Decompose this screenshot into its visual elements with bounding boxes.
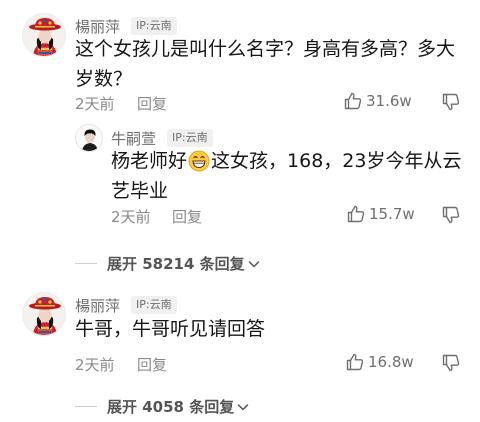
- comment-text-line: 这个女孩儿是叫什么名字？身高有多高？多大: [75, 38, 456, 60]
- comment-username[interactable]: 楊丽萍: [75, 295, 120, 316]
- comment-text[interactable]: 这个女孩儿是叫什么名字？身高有多高？多大 岁数？: [75, 34, 475, 94]
- comment-text[interactable]: 牛哥，牛哥听见请回答: [75, 314, 475, 344]
- reply-time: 2天前: [111, 208, 151, 226]
- ip-location-badge: IP:云南: [131, 17, 177, 35]
- divider: [75, 406, 97, 407]
- reply-avatar[interactable]: [75, 124, 103, 152]
- reply-button[interactable]: 回复: [172, 206, 202, 227]
- avatar[interactable]: [22, 292, 66, 336]
- like-button[interactable]: 15.7w: [346, 204, 415, 224]
- avatar-woman-red-hat-icon: [23, 293, 65, 335]
- expand-replies-label: 展开 58214 条回复: [107, 255, 245, 273]
- avatar-man-icon: [76, 125, 102, 151]
- thumb-up-icon: [346, 353, 364, 371]
- comment-text-line: 岁数？: [75, 68, 133, 90]
- like-count: 16.8w: [368, 353, 414, 371]
- dislike-button[interactable]: [441, 205, 461, 229]
- chevron-down-icon: [248, 260, 259, 267]
- chevron-down-icon: [237, 403, 249, 410]
- like-button[interactable]: 16.8w: [345, 352, 414, 372]
- reply-text-line: 杨老师好 这女孩，168，23岁今年从云: [111, 146, 471, 176]
- avatar[interactable]: [22, 13, 66, 57]
- like-button[interactable]: 31.6w: [343, 91, 412, 111]
- thumb-down-icon: [442, 93, 460, 111]
- expand-replies-label: 展开 4058 条回复: [107, 398, 235, 416]
- reply-button[interactable]: 回复: [137, 354, 167, 375]
- ip-location-badge: IP:云南: [131, 296, 177, 314]
- dislike-button[interactable]: [441, 92, 461, 116]
- like-count: 15.7w: [369, 205, 415, 223]
- thumb-up-icon: [344, 92, 362, 110]
- thumb-up-icon: [347, 205, 365, 223]
- comment-time: 2天前: [75, 95, 115, 113]
- comment-time: 2天前: [75, 356, 115, 374]
- thumb-down-icon: [442, 354, 460, 372]
- expand-replies-button[interactable]: 展开 58214 条回复: [107, 253, 261, 274]
- divider: [75, 263, 97, 264]
- expand-replies-button[interactable]: 展开 4058 条回复: [107, 396, 250, 417]
- reply-button[interactable]: 回复: [137, 93, 167, 114]
- avatar-woman-red-hat-icon: [23, 14, 65, 56]
- thumb-down-icon: [442, 206, 460, 224]
- grinning-emoji-icon: [188, 150, 210, 172]
- reply-text-segment: 这女孩，168，23岁今年从云: [211, 150, 462, 172]
- reply-text-segment: 杨老师好: [111, 150, 188, 172]
- dislike-button[interactable]: [441, 353, 461, 377]
- like-count: 31.6w: [366, 92, 412, 110]
- reply-text[interactable]: 杨老师好 这女孩，168，23岁今年从云 艺毕业: [111, 146, 471, 206]
- reply-text-line: 艺毕业: [111, 180, 169, 202]
- ip-location-badge: IP:云南: [167, 129, 213, 147]
